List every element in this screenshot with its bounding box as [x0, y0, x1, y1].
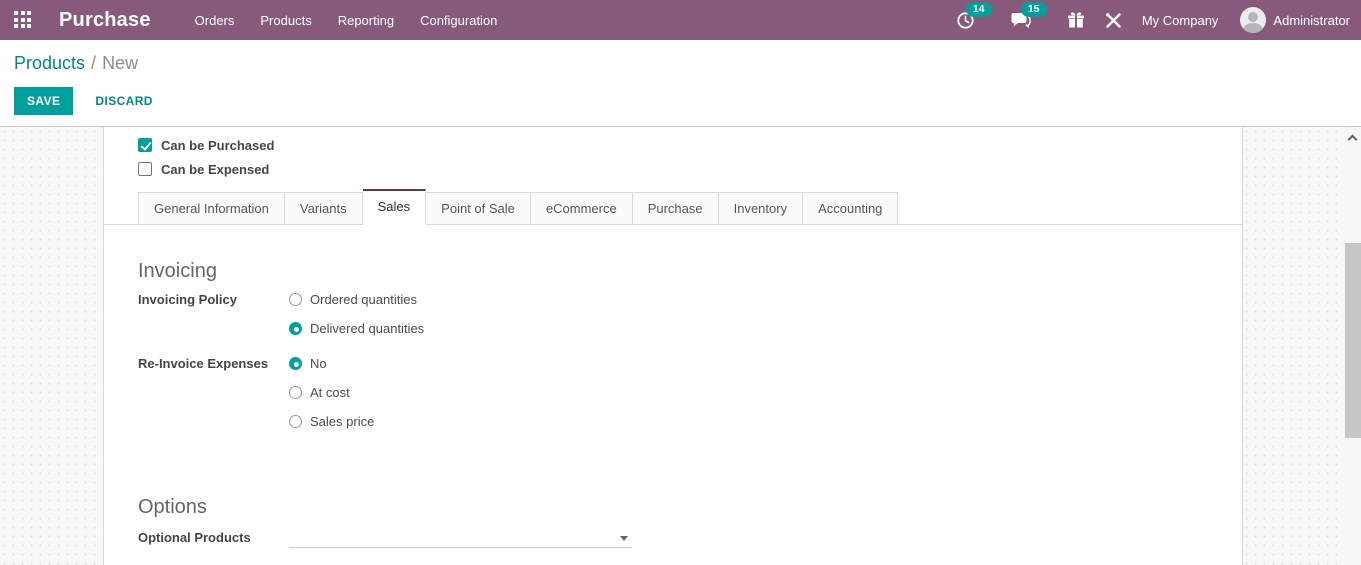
control-panel: Products / New SAVE DISCARD — [0, 40, 1361, 127]
invoicing-policy-label: Invoicing Policy — [138, 285, 289, 343]
form-sheet: Can be Purchased Can be Expensed General… — [103, 127, 1243, 565]
tab-general-information[interactable]: General Information — [138, 192, 285, 225]
tools-icon — [1105, 12, 1122, 29]
discard-button[interactable]: DISCARD — [82, 87, 165, 115]
menu-orders[interactable]: Orders — [182, 2, 248, 39]
invoicing-policy-row: Invoicing Policy Ordered quantities Deli… — [138, 285, 1242, 343]
systray: 14 15 — [946, 7, 1350, 34]
user-menu[interactable]: Administrator — [1273, 13, 1350, 28]
menu-products[interactable]: Products — [247, 2, 324, 39]
activities-button[interactable]: 14 — [946, 7, 985, 34]
ordered-quantities-label: Ordered quantities — [310, 292, 417, 307]
can-be-purchased-checkbox[interactable] — [138, 138, 152, 152]
can-be-purchased-label: Can be Purchased — [161, 138, 274, 153]
optional-products-field[interactable] — [289, 529, 632, 548]
messages-badge: 15 — [1021, 2, 1047, 17]
tab-ecommerce[interactable]: eCommerce — [531, 192, 633, 225]
no-label: No — [310, 356, 327, 371]
menu-configuration[interactable]: Configuration — [407, 2, 510, 39]
app-title[interactable]: Purchase — [59, 9, 151, 32]
reinvoice-expenses-row: Re-Invoice Expenses No At cost Sales pri… — [138, 349, 1242, 436]
sales-price-radio[interactable] — [289, 415, 302, 428]
apps-menu-icon[interactable] — [14, 11, 32, 29]
optional-products-label: Optional Products — [138, 529, 289, 548]
notebook-tabs: General Information Variants Sales Point… — [104, 189, 1242, 225]
at-cost-radio[interactable] — [289, 386, 302, 399]
main-menu: Orders Products Reporting Configuration — [182, 2, 511, 39]
breadcrumb-separator: / — [91, 53, 96, 73]
option-sales-price[interactable]: Sales price — [289, 407, 374, 436]
tab-accounting[interactable]: Accounting — [803, 192, 898, 225]
tab-variants[interactable]: Variants — [285, 192, 363, 225]
top-navbar: Purchase Orders Products Reporting Confi… — [0, 0, 1361, 40]
messages-button[interactable]: 15 — [1001, 7, 1041, 33]
optional-products-input[interactable] — [289, 529, 618, 547]
option-ordered-quantities[interactable]: Ordered quantities — [289, 285, 424, 314]
scrollbar-thumb[interactable] — [1345, 243, 1361, 438]
option-delivered-quantities[interactable]: Delivered quantities — [289, 314, 424, 343]
can-be-expensed-label: Can be Expensed — [161, 162, 269, 177]
tab-point-of-sale[interactable]: Point of Sale — [426, 192, 531, 225]
can-be-expensed-checkbox[interactable] — [138, 162, 152, 176]
tab-inventory[interactable]: Inventory — [719, 192, 803, 225]
tab-sales[interactable]: Sales — [363, 189, 427, 225]
delivered-quantities-label: Delivered quantities — [310, 321, 424, 336]
user-avatar[interactable] — [1240, 7, 1266, 33]
breadcrumb-products-link[interactable]: Products — [14, 53, 85, 73]
option-at-cost[interactable]: At cost — [289, 378, 374, 407]
option-no[interactable]: No — [289, 349, 374, 378]
company-switcher[interactable]: My Company — [1132, 13, 1233, 28]
dropdown-caret-icon[interactable] — [620, 536, 628, 541]
ordered-quantities-radio[interactable] — [289, 293, 302, 306]
gift-icon — [1067, 11, 1085, 29]
delivered-quantities-radio[interactable] — [289, 322, 302, 335]
sales-price-label: Sales price — [310, 414, 374, 429]
activities-badge: 14 — [966, 2, 992, 17]
reinvoice-expenses-label: Re-Invoice Expenses — [138, 349, 289, 436]
form-buttons: SAVE DISCARD — [14, 87, 1361, 115]
can-be-purchased-row[interactable]: Can be Purchased — [138, 133, 1242, 157]
form-view-content: Can be Purchased Can be Expensed General… — [0, 127, 1361, 565]
no-radio[interactable] — [289, 357, 302, 370]
invoicing-section-title: Invoicing — [138, 260, 1242, 283]
vertical-scrollbar[interactable] — [1345, 127, 1361, 565]
options-section-title: Options — [138, 496, 1242, 519]
at-cost-label: At cost — [310, 385, 350, 400]
save-button[interactable]: SAVE — [14, 87, 73, 115]
breadcrumb: Products / New — [14, 53, 1361, 74]
can-be-expensed-row[interactable]: Can be Expensed — [138, 157, 1242, 181]
menu-reporting[interactable]: Reporting — [325, 2, 407, 39]
optional-products-row: Optional Products — [138, 529, 1242, 548]
tools-button[interactable] — [1095, 8, 1132, 33]
invoicing-policy-options: Ordered quantities Delivered quantities — [289, 285, 424, 343]
rewards-button[interactable] — [1057, 7, 1095, 33]
purchase-flags: Can be Purchased Can be Expensed — [138, 133, 1242, 181]
breadcrumb-current: New — [102, 53, 138, 73]
tab-purchase[interactable]: Purchase — [633, 192, 719, 225]
reinvoice-expenses-options: No At cost Sales price — [289, 349, 374, 436]
scroll-up-icon[interactable] — [1348, 135, 1358, 145]
